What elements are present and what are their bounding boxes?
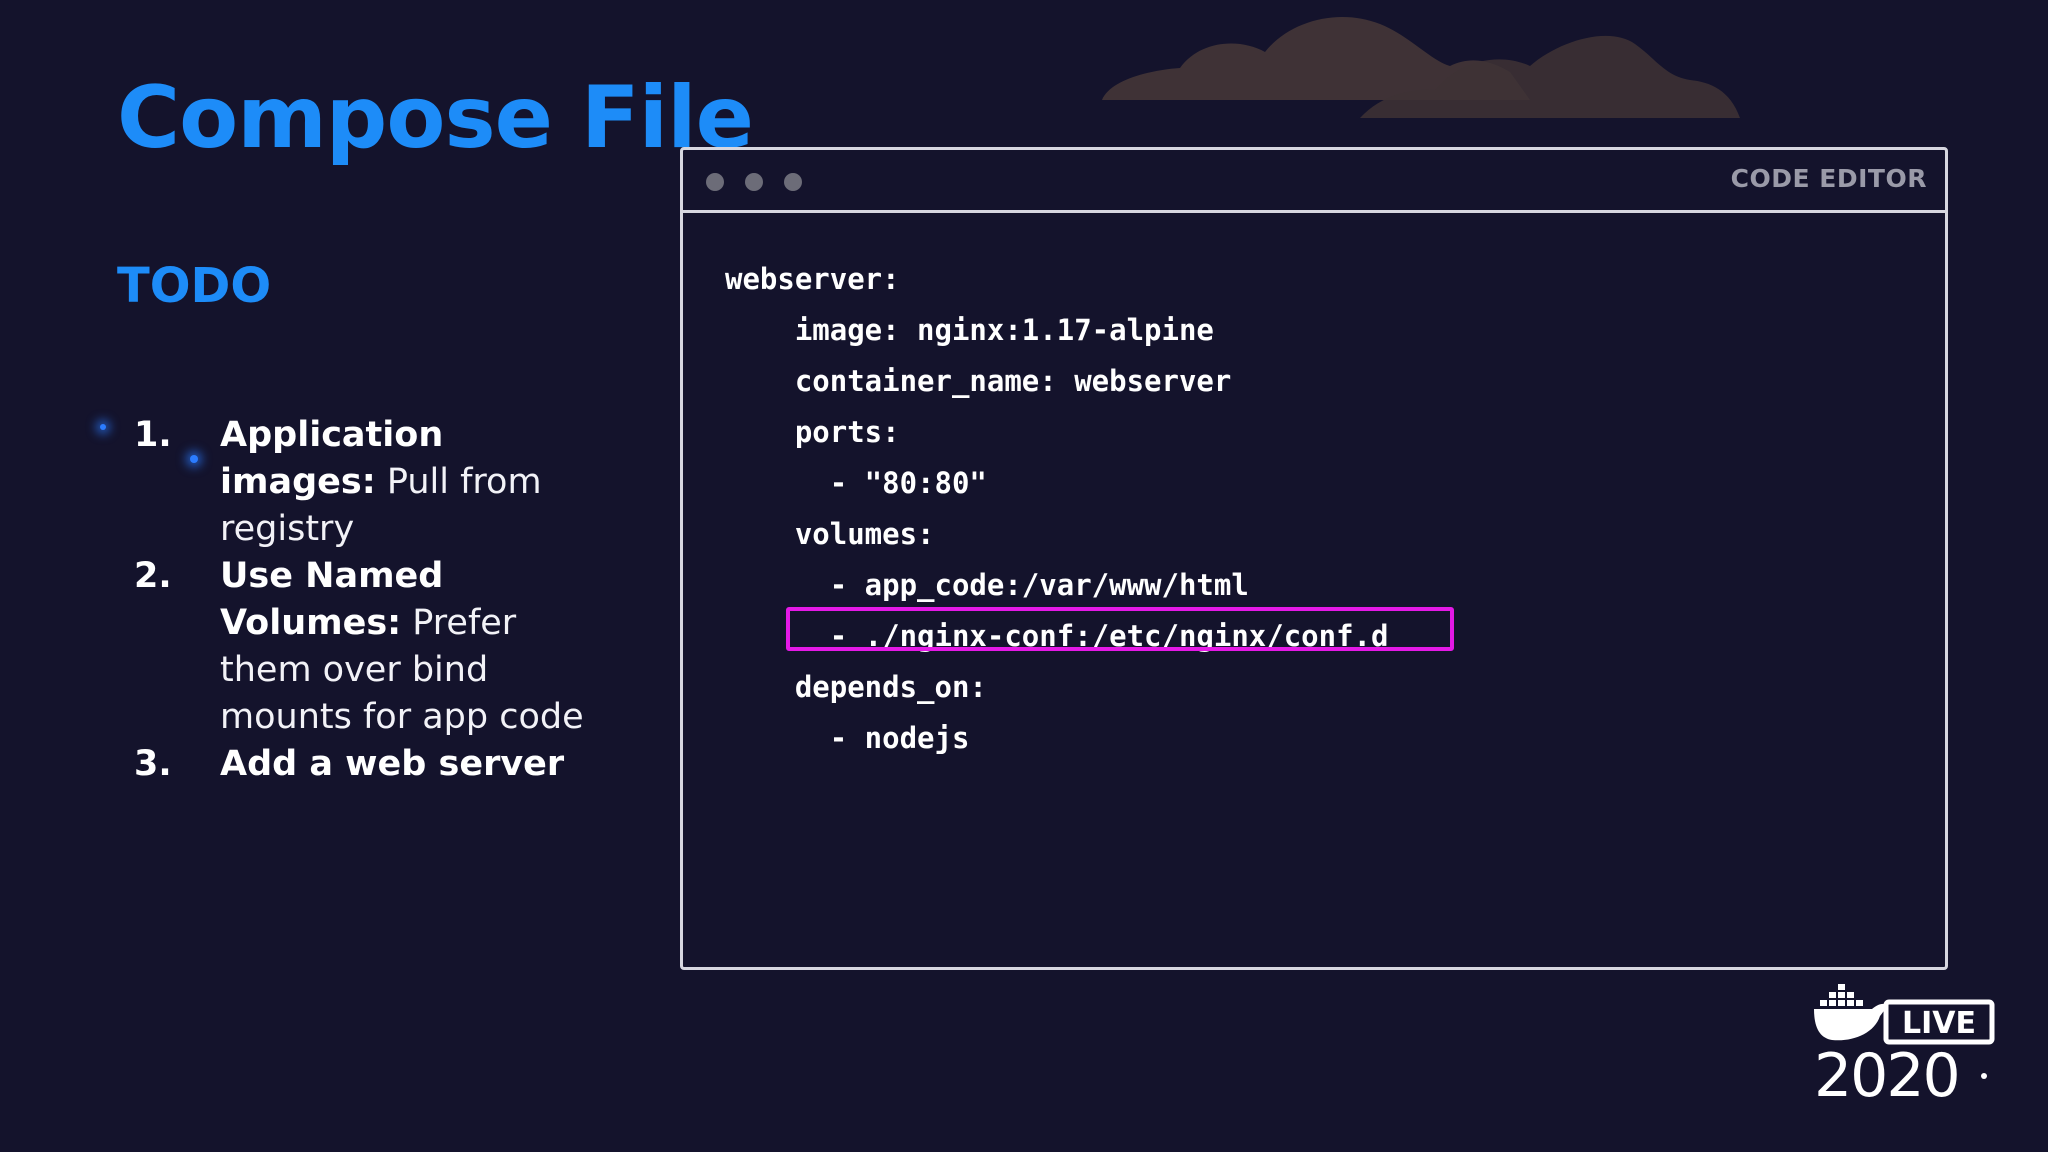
todo-list: 1. Application images: Pull from registr… bbox=[134, 412, 584, 788]
logo-year: 2020 bbox=[1814, 1041, 1959, 1104]
window-dot-icon[interactable] bbox=[706, 173, 724, 191]
logo-badge: LIVE bbox=[1902, 1006, 1976, 1041]
todo-text: Add a web server bbox=[220, 744, 564, 784]
code-line: - app_code:/var/www/html bbox=[725, 568, 1249, 602]
code-editor-window: CODE EDITOR webserver: image: nginx:1.17… bbox=[680, 147, 1948, 970]
code-line: volumes: bbox=[725, 517, 935, 551]
todo-number: 1. bbox=[134, 415, 172, 455]
code-line: image: nginx:1.17-alpine bbox=[725, 313, 1214, 347]
todo-item: 1. Application images: Pull from registr… bbox=[134, 412, 584, 553]
todo-text: Application images: Pull from registry bbox=[220, 415, 542, 549]
editor-label: CODE EDITOR bbox=[1730, 164, 1927, 193]
window-dot-icon[interactable] bbox=[745, 173, 763, 191]
todo-text: Use Named Volumes: Prefer them over bind… bbox=[220, 556, 584, 737]
window-dot-icon[interactable] bbox=[784, 173, 802, 191]
todo-heading: Add a web server bbox=[220, 744, 565, 784]
code-line: webserver: bbox=[725, 262, 900, 296]
todo-item: 2. Use Named Volumes: Prefer them over b… bbox=[134, 553, 584, 741]
slide-title: Compose File bbox=[117, 68, 754, 168]
code-line: container_name: webserver bbox=[725, 364, 1232, 398]
todo-number: 3. bbox=[134, 744, 172, 784]
code-line: ports: bbox=[725, 415, 900, 449]
code-line: depends_on: bbox=[725, 670, 987, 704]
todo-item: 3. Add a web server bbox=[134, 741, 584, 788]
editor-title-bar: CODE EDITOR bbox=[683, 150, 1945, 213]
clouds-decoration bbox=[1102, 16, 1740, 118]
highlight-box bbox=[786, 607, 1454, 651]
code-line: - nodejs bbox=[725, 721, 970, 755]
glow-dot bbox=[100, 424, 106, 430]
docker-live-2020-logo: LIVE 2020 bbox=[1814, 984, 1995, 1104]
code-line: - "80:80" bbox=[725, 466, 987, 500]
slide-subtitle: TODO bbox=[117, 258, 272, 314]
todo-number: 2. bbox=[134, 556, 172, 596]
code-block: webserver: image: nginx:1.17-alpine cont… bbox=[725, 254, 1388, 764]
